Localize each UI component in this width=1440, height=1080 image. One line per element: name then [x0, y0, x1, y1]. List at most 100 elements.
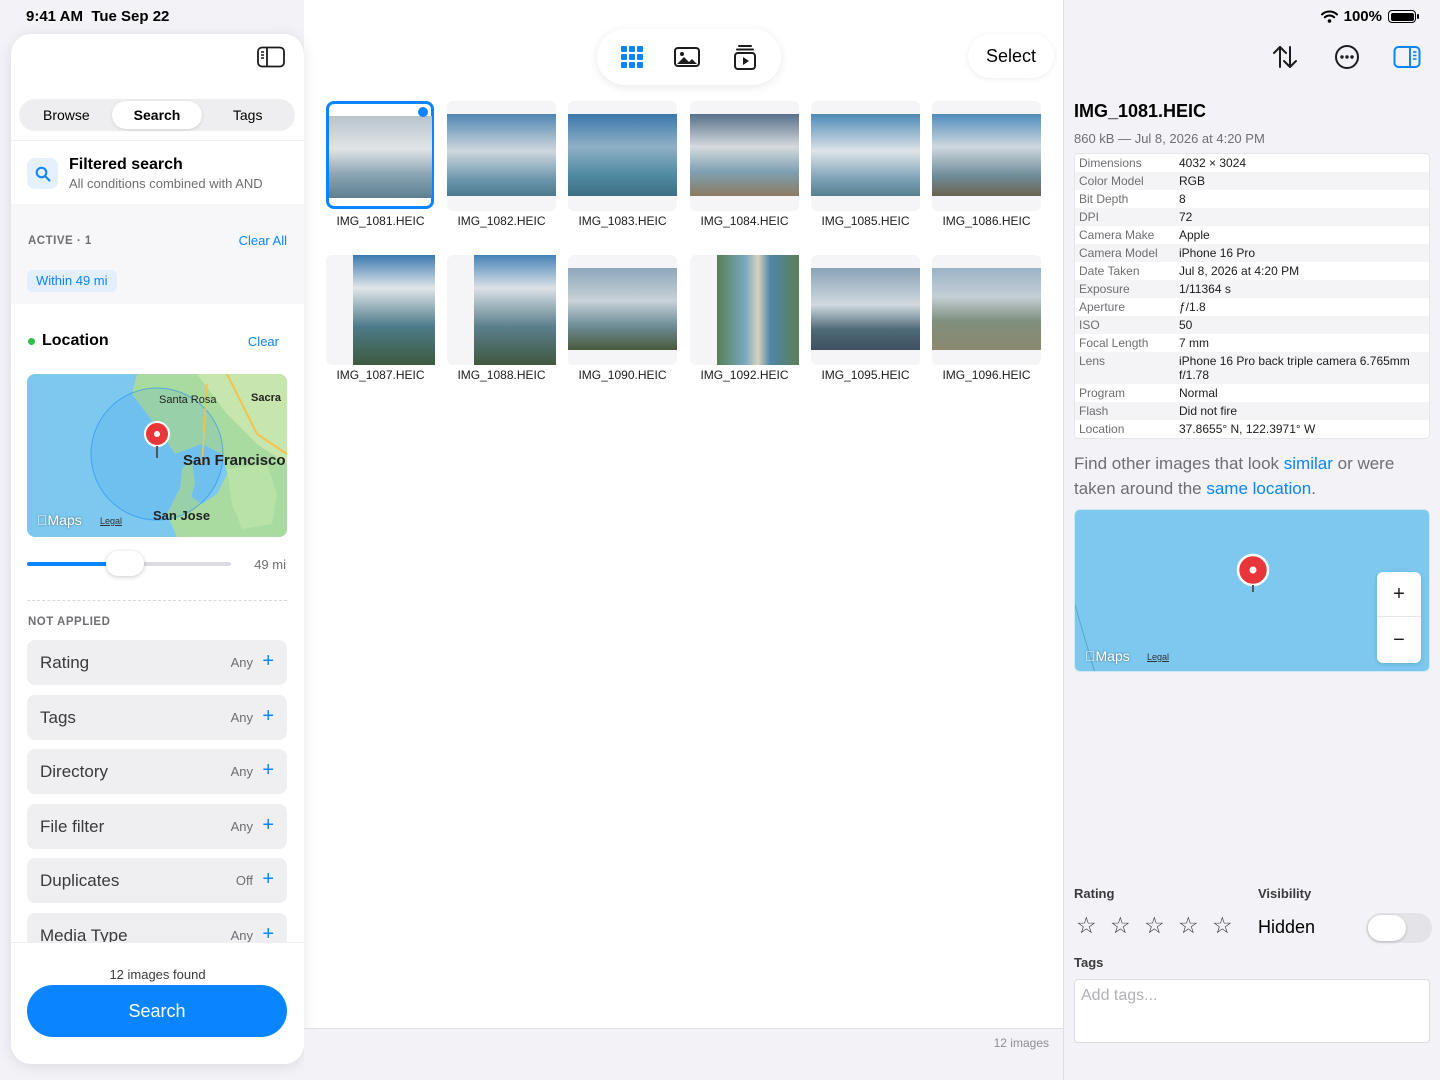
location-clear-button[interactable]: Clear — [248, 334, 279, 349]
inspector-location-map[interactable]: + − Maps Legal — [1074, 509, 1430, 672]
metadata-value: RGB — [1179, 174, 1206, 188]
same-location-link[interactable]: same location — [1206, 479, 1311, 498]
slideshow-view-icon[interactable] — [731, 43, 759, 71]
image-preview — [568, 114, 677, 196]
star-icon[interactable]: ☆ — [1178, 912, 1201, 939]
filter-value: Off — [235, 873, 253, 888]
image-thumbnail[interactable] — [326, 101, 434, 209]
image-thumbnail[interactable] — [811, 101, 920, 211]
star-icon[interactable]: ☆ — [1212, 912, 1235, 939]
tab-browse[interactable]: Browse — [21, 101, 112, 129]
image-preview — [353, 255, 435, 365]
metadata-row: Focal Length 7 mm — [1075, 334, 1429, 352]
sidebar-toggle-icon[interactable] — [257, 46, 285, 68]
radius-slider-thumb[interactable] — [105, 551, 144, 576]
maps-legal-link[interactable]: Legal — [100, 516, 122, 526]
maps-logo: Maps — [1085, 648, 1130, 664]
image-thumbnail[interactable] — [447, 255, 556, 365]
metadata-value: 7 mm — [1179, 336, 1209, 350]
filter-name: Rating — [40, 653, 90, 672]
image-thumbnail[interactable] — [568, 255, 677, 365]
tab-tags[interactable]: Tags — [202, 101, 293, 129]
search-button[interactable]: Search — [27, 985, 287, 1037]
metadata-row: ISO 50 — [1075, 316, 1429, 334]
maps-logo-text: Maps — [37, 512, 82, 528]
radius-slider[interactable] — [27, 551, 231, 576]
image-filename: IMG_1088.HEIC — [457, 368, 546, 382]
image-thumbnail[interactable] — [811, 255, 920, 365]
location-map[interactable]: Santa Rosa Sacra San Francisco San Jose … — [27, 374, 287, 537]
filter-value: Any — [230, 764, 253, 779]
filtered-search-title: Filtered search — [69, 156, 183, 173]
metadata-table: Dimensions 4032 × 3024 Color Model RGB Bit D… — [1074, 153, 1430, 439]
zoom-out-button[interactable]: − — [1377, 618, 1421, 663]
clear-all-button[interactable]: Clear All — [239, 233, 287, 248]
tab-search[interactable]: Search — [111, 101, 203, 129]
image-thumbnail[interactable] — [690, 255, 799, 365]
metadata-key: DPI — [1079, 210, 1100, 224]
sort-icon[interactable] — [1271, 43, 1299, 71]
filter-row-tags[interactable]: Tags Any + — [27, 694, 287, 740]
metadata-row: Color Model RGB — [1075, 172, 1429, 190]
star-icon[interactable]: ☆ — [1110, 912, 1133, 939]
maps-legal-link[interactable]: Legal — [1147, 652, 1169, 662]
image-preview — [932, 268, 1041, 350]
map-label-sacramento: Sacra — [251, 392, 281, 404]
find-similar-text: Find other images that look similar or w… — [1074, 451, 1424, 501]
active-filter-chip[interactable]: Within 49 mi — [27, 270, 117, 292]
selected-indicator-icon — [418, 107, 428, 117]
select-button[interactable]: Select — [968, 34, 1054, 78]
image-thumbnail[interactable] — [932, 255, 1041, 365]
tags-input[interactable] — [1074, 979, 1430, 1043]
images-found-count: 12 images found — [109, 967, 206, 982]
filtered-search-subtitle: All conditions combined with AND — [69, 176, 263, 191]
filter-name: File filter — [40, 816, 105, 836]
image-filename: IMG_1085.HEIC — [821, 214, 910, 228]
zoom-in-button[interactable]: + — [1377, 572, 1421, 617]
metadata-row: Flash Did not fire — [1075, 402, 1429, 420]
filtered-search-header: Filtered search All conditions combined … — [11, 140, 304, 204]
filter-row-directory[interactable]: Directory Any + — [27, 749, 287, 794]
filter-value: Any — [230, 927, 253, 943]
image-preview — [690, 114, 799, 196]
image-thumbnail[interactable] — [447, 101, 556, 211]
add-filter-icon[interactable]: + — [262, 759, 274, 782]
add-filter-icon[interactable]: + — [262, 868, 274, 891]
star-icon[interactable]: ☆ — [1076, 912, 1099, 939]
metadata-value: 8 — [1179, 192, 1186, 206]
image-filename: IMG_1083.HEIC — [578, 214, 667, 228]
visibility-toggle[interactable] — [1366, 913, 1432, 943]
image-preview — [811, 114, 920, 196]
active-count-label: ACTIVE · 1 — [28, 235, 92, 247]
metadata-key: Location — [1079, 422, 1125, 436]
filter-name: Directory — [40, 762, 109, 781]
filter-row-duplicates[interactable]: Duplicates Off + — [27, 858, 287, 903]
image-thumbnail[interactable] — [326, 255, 435, 365]
filter-row-rating[interactable]: Rating Any + — [27, 640, 287, 685]
metadata-row: Bit Depth 8 — [1075, 190, 1429, 208]
image-filename: IMG_1092.HEIC — [700, 368, 789, 382]
add-filter-icon[interactable]: + — [262, 650, 274, 673]
image-thumbnail[interactable] — [568, 101, 677, 211]
image-thumbnail[interactable] — [932, 101, 1041, 211]
similar-link[interactable]: similar — [1284, 454, 1333, 473]
star-icon[interactable]: ☆ — [1144, 912, 1167, 939]
single-image-view-icon[interactable] — [673, 43, 701, 71]
map-label-santa-rosa: Santa Rosa — [159, 394, 217, 406]
location-header: Location Clear — [11, 326, 304, 356]
image-thumbnail[interactable] — [690, 101, 799, 211]
metadata-value: Did not fire — [1179, 404, 1238, 418]
add-filter-icon[interactable]: + — [262, 814, 274, 837]
more-options-icon[interactable] — [1333, 43, 1361, 71]
metadata-row: Lens iPhone 16 Pro back triple camera 6.7… — [1075, 352, 1429, 384]
map-label-san-jose: San Jose — [153, 508, 211, 523]
rating-label: Rating — [1074, 886, 1115, 901]
inspector-toggle-icon[interactable] — [1393, 43, 1421, 71]
metadata-value: Apple — [1179, 228, 1210, 242]
visibility-value: Hidden — [1258, 917, 1316, 937]
metadata-row: DPI 72 — [1075, 208, 1429, 226]
grid-view-icon[interactable] — [618, 43, 646, 71]
add-filter-icon[interactable]: + — [262, 705, 274, 728]
sidebar-tabs: Browse Search Tags — [19, 99, 295, 131]
filter-row-file-filter[interactable]: File filter Any + — [27, 803, 287, 849]
